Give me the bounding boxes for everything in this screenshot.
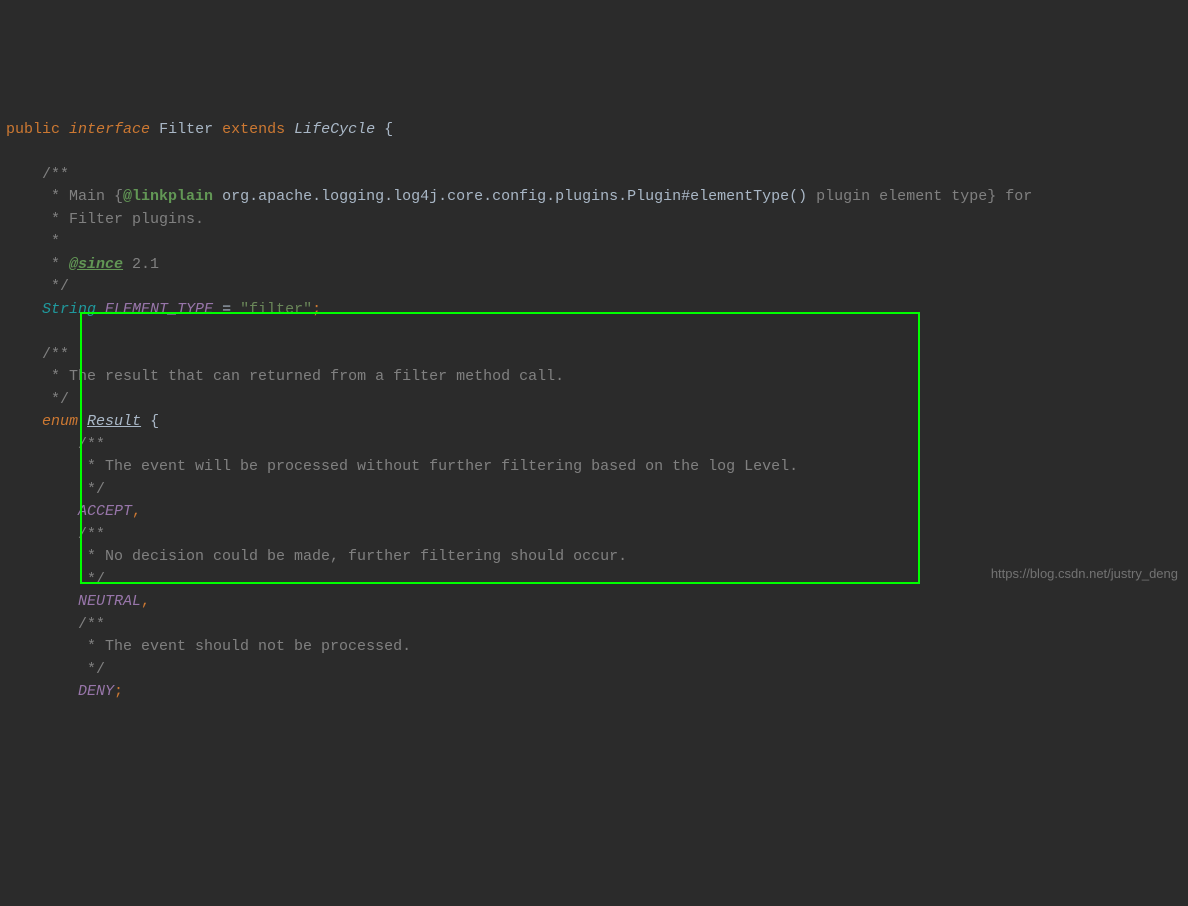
open-brace: { xyxy=(384,121,393,138)
javadoc-open: /** xyxy=(78,436,105,453)
javadoc-since-value: 2.1 xyxy=(123,256,159,273)
javadoc-line: * Filter plugins. xyxy=(42,211,204,228)
interface-name: Filter xyxy=(159,121,213,138)
semicolon: ; xyxy=(114,683,123,700)
javadoc-line: * The event should not be processed. xyxy=(78,638,411,655)
string-literal: "filter" xyxy=(240,301,312,318)
javadoc-close: */ xyxy=(78,481,105,498)
enum-value-accept: ACCEPT xyxy=(78,503,132,520)
comma: , xyxy=(132,503,141,520)
javadoc-close: */ xyxy=(42,278,69,295)
javadoc-close: */ xyxy=(78,571,105,588)
javadoc-close: */ xyxy=(78,661,105,678)
assign-op: = xyxy=(213,301,240,318)
javadoc-open: /** xyxy=(42,346,69,363)
keyword-interface: interface xyxy=(69,121,150,138)
super-type: LifeCycle xyxy=(294,121,375,138)
javadoc-line: * The result that can returned from a fi… xyxy=(42,368,564,385)
open-brace: { xyxy=(150,413,159,430)
javadoc-line: * Main { xyxy=(42,188,123,205)
constant-name: ELEMENT_TYPE xyxy=(105,301,213,318)
enum-value-neutral: NEUTRAL xyxy=(78,593,141,610)
javadoc-tag-linkplain: @linkplain xyxy=(123,188,213,205)
keyword-public: public xyxy=(6,121,60,138)
javadoc-line: * No decision could be made, further fil… xyxy=(78,548,627,565)
comma: , xyxy=(141,593,150,610)
keyword-extends: extends xyxy=(222,121,285,138)
type-string: String xyxy=(42,301,96,318)
semicolon: ; xyxy=(312,301,321,318)
javadoc-line: * The event will be processed without fu… xyxy=(78,458,798,475)
enum-type-name: Result xyxy=(87,413,141,430)
watermark: https://blog.csdn.net/justry_deng xyxy=(991,563,1178,586)
javadoc-line: plugin element type} for xyxy=(807,188,1032,205)
javadoc-close: */ xyxy=(42,391,69,408)
code-editor[interactable]: public interface Filter extends LifeCycl… xyxy=(0,90,1188,704)
javadoc-line: * xyxy=(42,233,60,250)
javadoc-line: * xyxy=(42,256,69,273)
javadoc-open: /** xyxy=(42,166,69,183)
javadoc-open: /** xyxy=(78,616,105,633)
javadoc-tag-since: @since xyxy=(69,256,123,273)
enum-value-deny: DENY xyxy=(78,683,114,700)
javadoc-open: /** xyxy=(78,526,105,543)
javadoc-link-target: org.apache.logging.log4j.core.config.plu… xyxy=(222,188,807,205)
keyword-enum: enum xyxy=(42,413,78,430)
